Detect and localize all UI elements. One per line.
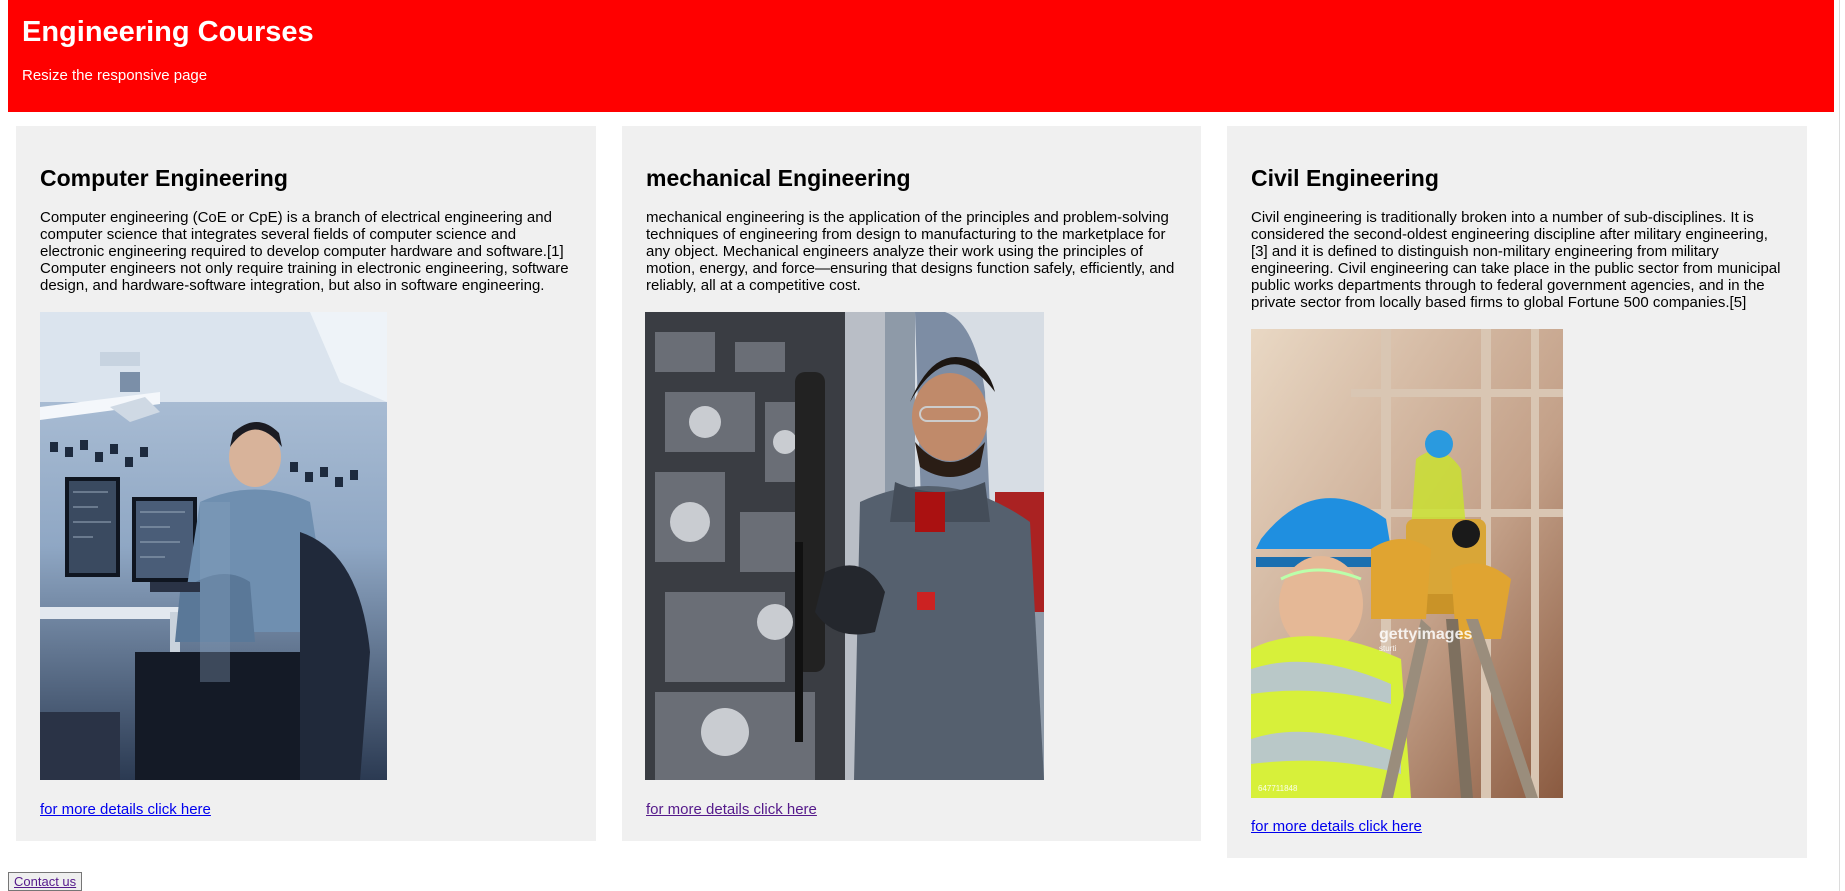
civil-details-link[interactable]: for more details click here bbox=[1251, 818, 1422, 835]
course-card-civil: Civil Engineering Civil engineering is t… bbox=[1227, 126, 1807, 858]
course-card-computer: Computer Engineering Computer engineerin… bbox=[16, 126, 596, 841]
watermark-credit: sturti bbox=[1379, 644, 1397, 653]
mechanical-details-link[interactable]: for more details click here bbox=[646, 801, 817, 818]
contact-button[interactable]: Contact us bbox=[8, 872, 83, 891]
mechanical-engineer-photo bbox=[645, 312, 1044, 780]
civil-engineer-photo: gettyimages sturti 647711848 bbox=[1251, 329, 1563, 798]
contact-link[interactable]: Contact us bbox=[14, 874, 76, 889]
computer-engineer-photo bbox=[40, 312, 387, 780]
card-description: Civil engineering is traditionally broke… bbox=[1251, 209, 1781, 311]
card-title: Civil Engineering bbox=[1251, 165, 1439, 191]
card-description: mechanical engineering is the applicatio… bbox=[646, 209, 1175, 294]
watermark-text: gettyimages bbox=[1379, 626, 1472, 643]
page-header: Engineering Courses Resize the responsiv… bbox=[8, 0, 1834, 112]
page-subtitle: Resize the responsive page bbox=[22, 67, 208, 84]
computer-details-link[interactable]: for more details click here bbox=[40, 801, 211, 818]
card-description: Computer engineering (CoE or CpE) is a b… bbox=[40, 209, 569, 294]
vertical-scrollbar[interactable] bbox=[1839, 0, 1845, 891]
course-card-mechanical: mechanical Engineering mechanical engine… bbox=[622, 126, 1201, 841]
card-title: mechanical Engineering bbox=[646, 165, 911, 191]
image-id: 647711848 bbox=[1258, 784, 1298, 793]
page-title: Engineering Courses bbox=[22, 16, 314, 48]
card-title: Computer Engineering bbox=[40, 165, 288, 191]
